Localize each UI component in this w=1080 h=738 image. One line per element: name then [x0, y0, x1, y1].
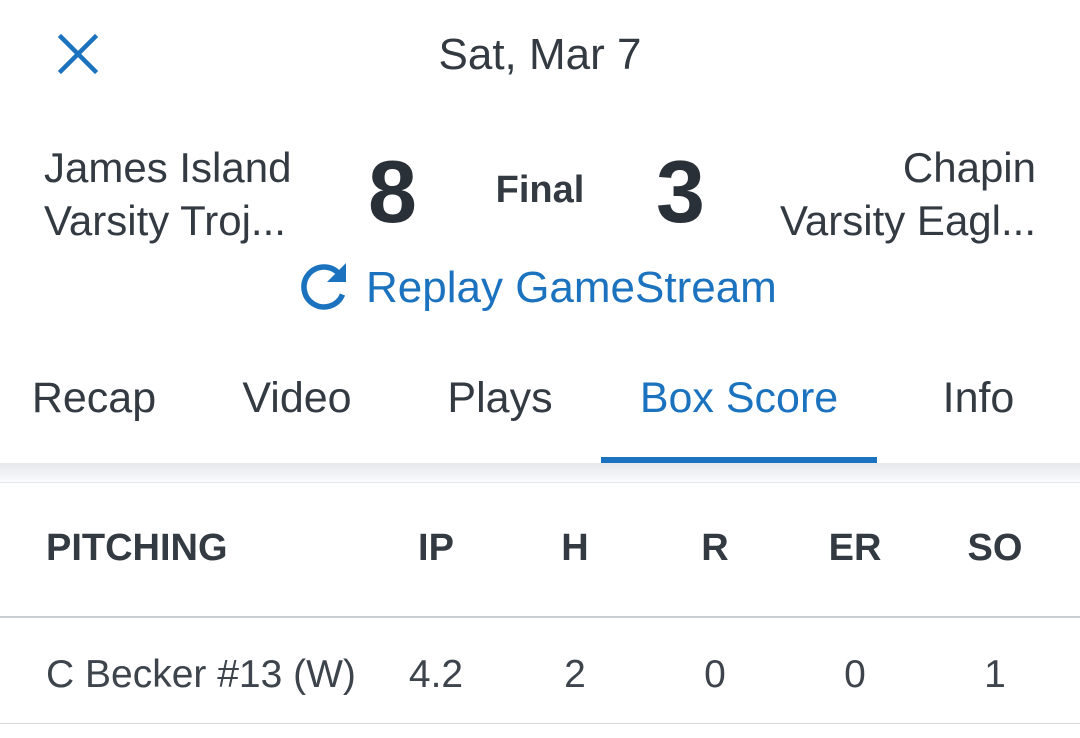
- table-row[interactable]: C Becker #13 (W) 4.2 2 0 0 1: [0, 618, 1080, 724]
- column-header-er: ER: [828, 527, 882, 569]
- game-detail-screen: Sat, Mar 7 James Island Varsity Troj... …: [0, 0, 1080, 738]
- tab-info[interactable]: Info: [877, 360, 1080, 464]
- column-header-ip: IP: [418, 527, 454, 569]
- away-team-name-line1: Chapin: [902, 144, 1036, 191]
- game-status: Final: [495, 169, 585, 211]
- refresh-icon: [301, 263, 346, 310]
- home-team-name[interactable]: James Island Varsity Troj...: [44, 141, 344, 247]
- tab-box-score[interactable]: Box Score: [601, 360, 877, 464]
- game-date-title: Sat, Mar 7: [438, 30, 642, 79]
- tab-recap[interactable]: Recap: [0, 360, 188, 464]
- cell-ip: 4.2: [408, 653, 464, 696]
- replay-gamestream-label: Replay GameStream: [366, 263, 777, 312]
- away-team-score: 3: [656, 142, 705, 241]
- column-header-so: SO: [967, 527, 1023, 569]
- tab-bar: Recap Video Plays Box Score Info: [0, 360, 1080, 464]
- pitcher-name[interactable]: C Becker #13 (W): [46, 652, 356, 698]
- column-header-r: R: [701, 527, 729, 569]
- home-team-name-line1: James Island: [44, 144, 292, 191]
- table-header-row: PITCHING IP H R ER SO: [0, 483, 1080, 618]
- home-team-score: 8: [368, 142, 417, 241]
- tab-plays[interactable]: Plays: [406, 360, 594, 464]
- column-header-pitching: PITCHING: [46, 527, 228, 569]
- cell-h: 2: [564, 653, 586, 696]
- home-team-name-line2: Varsity Troj...: [44, 197, 286, 244]
- tab-video[interactable]: Video: [188, 360, 406, 464]
- replay-gamestream-button[interactable]: Replay GameStream: [294, 258, 777, 318]
- pitching-table: PITCHING IP H R ER SO C Becker #13 (W) 4…: [0, 483, 1080, 724]
- cell-r: 0: [704, 653, 726, 696]
- away-team-name[interactable]: Chapin Varsity Eagl...: [736, 141, 1036, 247]
- away-team-name-line2: Varsity Eagl...: [780, 197, 1036, 244]
- column-header-h: H: [561, 527, 589, 569]
- cell-so: 1: [984, 653, 1006, 696]
- cell-er: 0: [844, 653, 866, 696]
